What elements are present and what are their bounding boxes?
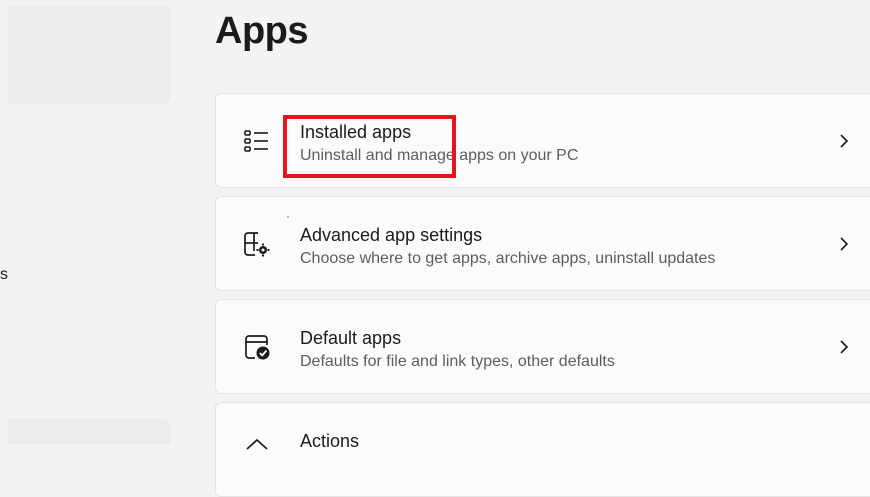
card-title: Advanced app settings (300, 225, 483, 245)
chevron-right-icon (840, 237, 849, 251)
installed-apps-list-icon (244, 130, 268, 152)
default-apps-icon (245, 335, 270, 360)
chevron-right-icon (840, 340, 849, 354)
card-title: Actions (300, 431, 360, 451)
card-subtitle: Defaults for file and link types, other … (300, 353, 615, 370)
card-title: Default apps (300, 328, 402, 348)
advanced-app-settings-card[interactable]: Advanced app settings Choose where to ge… (215, 196, 870, 291)
card-subtitle: Choose where to get apps, archive apps, … (300, 250, 716, 267)
sidebar-item-label[interactable]: s (0, 266, 8, 284)
sidebar-selected-item[interactable] (8, 419, 170, 444)
stray-dot (287, 216, 289, 218)
actions-card[interactable]: Actions (215, 402, 870, 497)
chevron-right-icon (840, 134, 849, 148)
installed-apps-card[interactable]: Installed apps Uninstall and manage apps… (215, 93, 870, 188)
card-title: Installed apps (300, 122, 412, 142)
advanced-app-settings-icon (244, 232, 270, 257)
default-apps-card[interactable]: Default apps Defaults for file and link … (215, 299, 870, 394)
actions-icon (246, 438, 268, 450)
page-title: Apps (215, 10, 309, 52)
card-subtitle: Uninstall and manage apps on your PC (300, 147, 579, 164)
sidebar-user-panel[interactable] (8, 6, 170, 104)
